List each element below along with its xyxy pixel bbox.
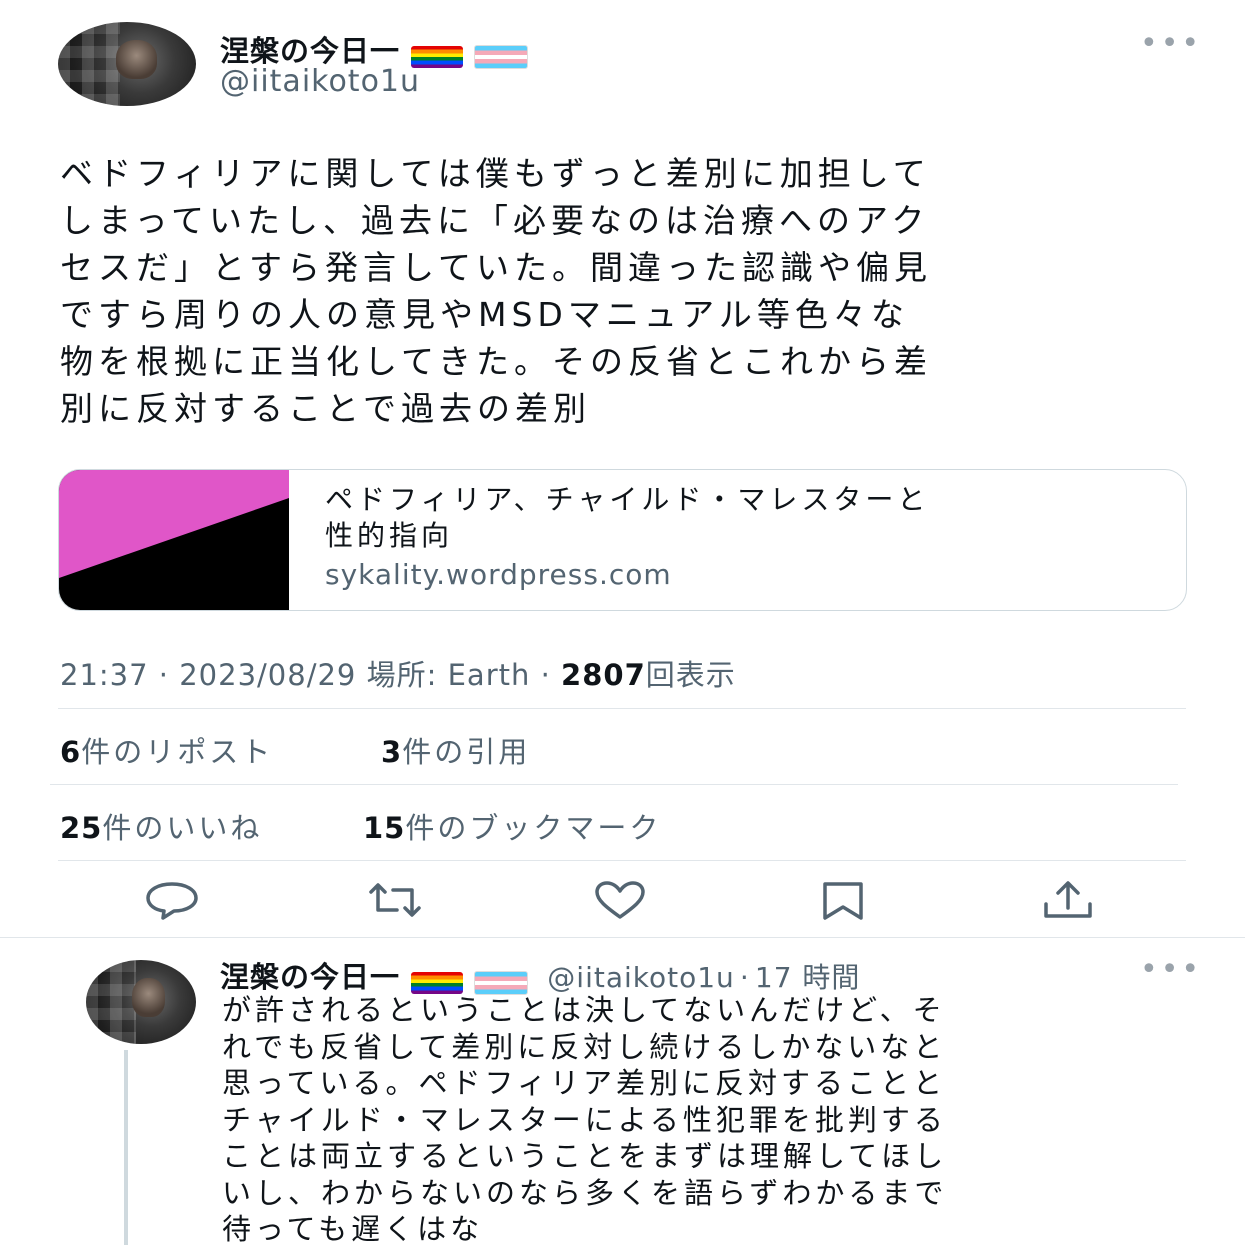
views-count: 2807 (561, 658, 646, 692)
reposts-stat[interactable]: 6件のリポスト (60, 729, 273, 771)
bookmarks-count: 15 (363, 811, 406, 845)
reply-handle[interactable]: @iitaikoto1u (547, 961, 735, 994)
share-icon (1044, 881, 1092, 918)
avatar-background (86, 960, 136, 1044)
rainbow-flag-icon (411, 971, 464, 994)
likes-label: 件のいいね (102, 811, 263, 845)
quotes-label: 件の引用 (402, 735, 531, 769)
reply-more-options-icon[interactable]: ••• (1140, 952, 1202, 987)
reply-display-name[interactable]: 涅槃の今日一 (220, 960, 400, 994)
more-options-icon[interactable]: ••• (1140, 26, 1202, 61)
thread-line (124, 1050, 128, 1245)
reply-icon (146, 882, 198, 920)
like-icon (595, 881, 645, 919)
avatar-face (115, 40, 158, 80)
meta-separator: · (158, 658, 170, 692)
reply-text: が許されるということは決してないんだけど、そ れでも反省して差別に反対し続けるし… (222, 993, 948, 1246)
author-display-name[interactable]: 涅槃の今日一 (220, 34, 400, 68)
reply-separator: · (739, 961, 750, 994)
link-card-domain: sykality.wordpress.com (325, 558, 672, 591)
divider (58, 860, 1186, 861)
meta-separator: · (540, 658, 551, 692)
likes-stat[interactable]: 25件のいいね (60, 805, 262, 847)
divider (0, 937, 1245, 938)
link-card-title: ペドフィリア、チャイルド・マレスターと 性的指向 (325, 483, 930, 552)
like-button[interactable] (592, 880, 648, 924)
likes-count: 25 (60, 811, 103, 845)
divider (50, 784, 1178, 785)
author-handle[interactable]: @iitaikoto1u (220, 64, 420, 99)
reply-author-avatar[interactable] (86, 960, 196, 1044)
tweet-location: 場所: Earth (366, 658, 531, 692)
reply-time[interactable]: 17 時間 (755, 961, 861, 994)
quotes-stat[interactable]: 3件の引用 (381, 729, 530, 771)
bookmark-icon (823, 882, 863, 920)
bookmarks-label: 件のブックマーク (405, 811, 662, 845)
repost-button[interactable] (367, 880, 423, 924)
divider (58, 708, 1186, 709)
tweet-text: ベドフィリアに関しては僕もずっと差別に加担して しまっていたし、過去に「必要なの… (60, 154, 933, 428)
avatar-background (58, 22, 121, 106)
views-label: 回表示 (645, 658, 736, 692)
quotes-count: 3 (381, 735, 403, 769)
repost-icon (369, 883, 421, 917)
avatar-face (132, 978, 166, 1018)
reply-header: 涅槃の今日一 @iitaikoto1u · 17 時間 (220, 954, 860, 996)
share-button[interactable] (1040, 880, 1096, 924)
tweet-meta: 21:37 · 2023/08/29 場所: Earth · 2807回表示 (60, 652, 736, 694)
reply-button[interactable] (144, 880, 200, 924)
author-avatar[interactable] (58, 22, 196, 106)
link-card[interactable]: ペドフィリア、チャイルド・マレスターと 性的指向 sykality.wordpr… (58, 469, 1187, 611)
tweet-time[interactable]: 21:37 (60, 658, 149, 692)
bookmark-button[interactable] (815, 880, 871, 924)
link-card-image (59, 470, 289, 610)
bookmarks-stat[interactable]: 15件のブックマーク (363, 805, 661, 847)
transgender-flag-icon (474, 44, 529, 69)
reposts-label: 件のリポスト (81, 735, 274, 769)
reposts-count: 6 (60, 735, 82, 769)
transgender-flag-icon (474, 970, 529, 995)
tweet-date[interactable]: 2023/08/29 (179, 658, 356, 692)
